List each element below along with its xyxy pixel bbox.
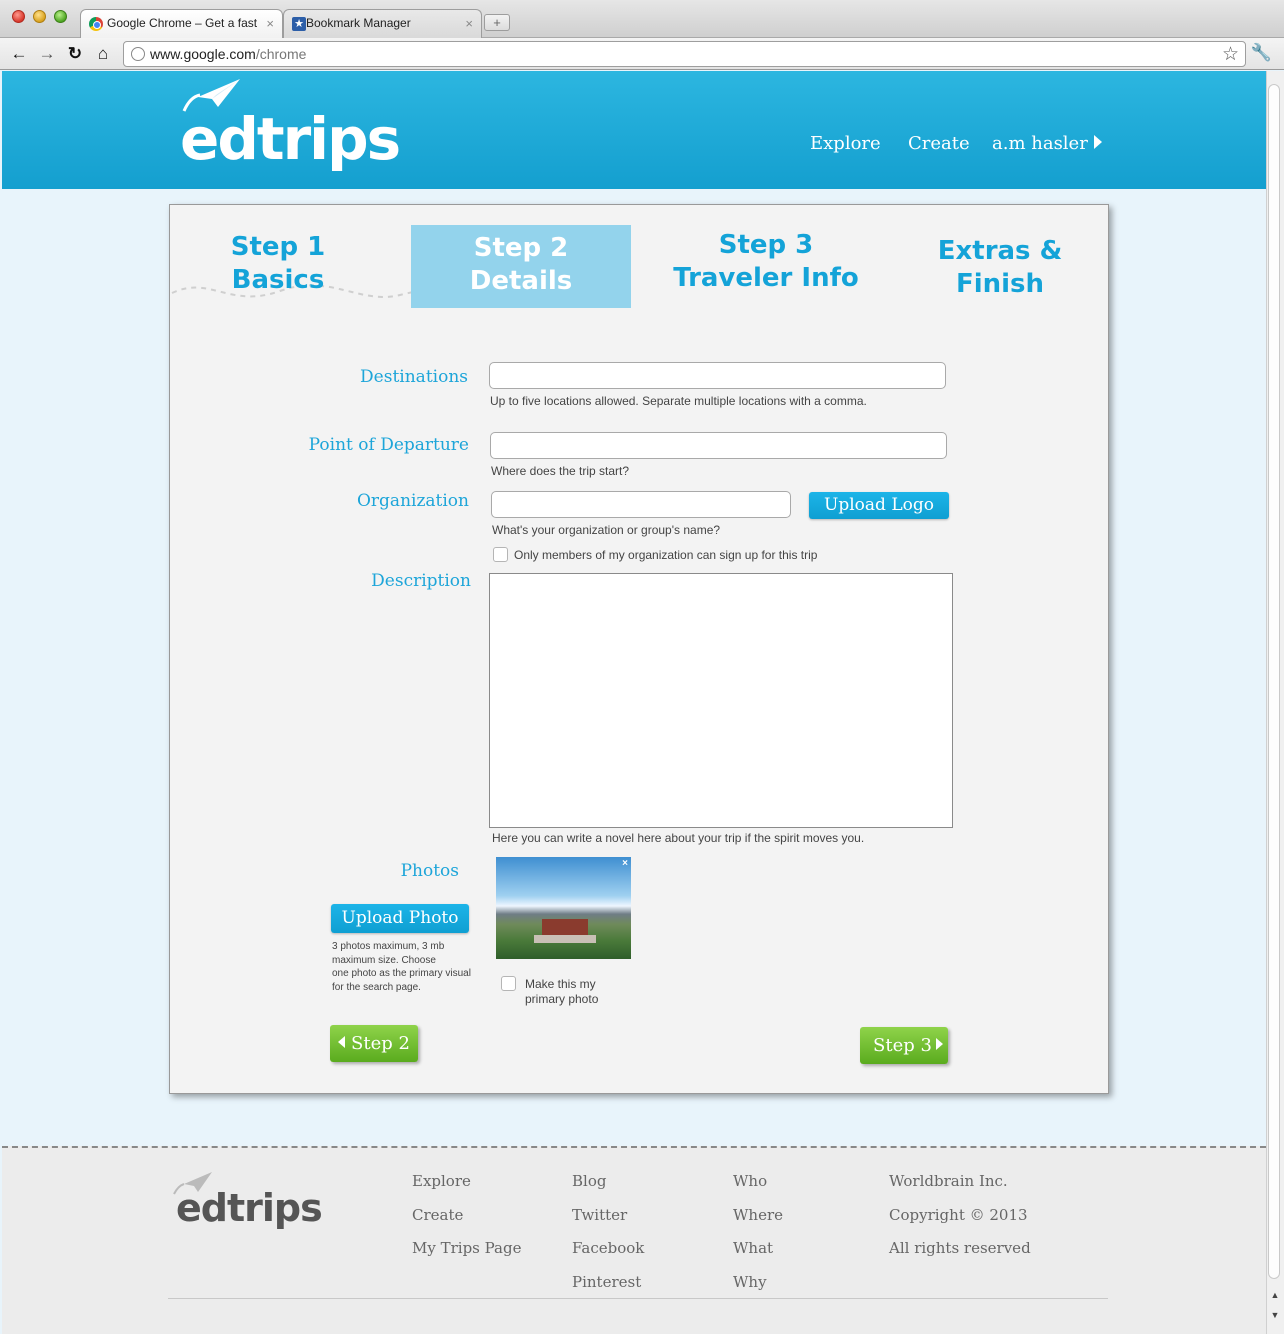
members-only-checkbox[interactable] bbox=[493, 547, 508, 562]
close-window-button[interactable] bbox=[12, 10, 25, 23]
zoom-window-button[interactable] bbox=[54, 10, 67, 23]
primary-photo-checkbox[interactable] bbox=[501, 976, 516, 991]
browser-tab-label: Google Chrome – Get a fast bbox=[107, 16, 258, 30]
footer-link[interactable]: Blog bbox=[572, 1172, 644, 1206]
site-footer: edtrips Explore Create My Trips Page Blo… bbox=[2, 1146, 1266, 1334]
organization-input[interactable] bbox=[491, 491, 791, 518]
step-title: Details bbox=[469, 266, 573, 296]
step-number: Extras & bbox=[937, 236, 1063, 266]
footer-column-about: Who Where What Why bbox=[733, 1172, 783, 1306]
upload-logo-button[interactable]: Upload Logo bbox=[809, 492, 949, 519]
description-textarea[interactable] bbox=[489, 573, 953, 828]
footer-link[interactable]: Pinterest bbox=[572, 1273, 644, 1307]
globe-icon bbox=[131, 47, 145, 61]
organization-hint: What's your organization or group's name… bbox=[492, 523, 721, 537]
description-label: Description bbox=[371, 571, 471, 591]
nav-explore[interactable]: Explore bbox=[810, 133, 881, 154]
trip-photo-thumbnail[interactable]: × bbox=[496, 857, 631, 959]
scroll-down-arrow-icon[interactable]: ▼ bbox=[1267, 1310, 1283, 1324]
departure-label: Point of Departure bbox=[308, 435, 469, 455]
footer-column-company: Worldbrain Inc. Copyright © 2013 All rig… bbox=[889, 1172, 1031, 1273]
footer-logo[interactable]: edtrips bbox=[176, 1186, 323, 1230]
footer-link[interactable]: Who bbox=[733, 1172, 783, 1206]
minimize-window-button[interactable] bbox=[33, 10, 46, 23]
footer-link[interactable]: Twitter bbox=[572, 1206, 644, 1240]
footer-link[interactable]: My Trips Page bbox=[412, 1239, 521, 1273]
step-1-tab[interactable]: Step 1 Basics bbox=[210, 231, 346, 297]
copyright: Copyright © 2013 bbox=[889, 1205, 1028, 1224]
step-number: Step 2 bbox=[473, 233, 569, 263]
bookmark-star-icon[interactable]: ☆ bbox=[1222, 43, 1239, 66]
step-2-tab[interactable]: Step 2 Details bbox=[411, 225, 631, 308]
organization-label: Organization bbox=[356, 491, 469, 511]
bookmark-star-icon: ★ bbox=[292, 17, 306, 31]
footer-link[interactable]: Facebook bbox=[572, 1239, 644, 1273]
chrome-icon bbox=[89, 17, 103, 31]
step-title: Finish bbox=[955, 269, 1045, 299]
footer-divider bbox=[168, 1298, 1108, 1299]
new-tab-button[interactable]: + bbox=[484, 14, 510, 31]
browser-tab-label: Bookmark Manager bbox=[306, 16, 411, 30]
caret-right-icon bbox=[935, 1038, 943, 1050]
back-icon[interactable]: ← bbox=[8, 43, 30, 65]
url-path: /chrome bbox=[255, 46, 307, 62]
step-number: Step 1 bbox=[230, 232, 326, 262]
departure-hint: Where does the trip start? bbox=[491, 464, 630, 478]
scrollbar-thumb[interactable] bbox=[1268, 84, 1280, 1279]
destinations-label: Destinations bbox=[360, 367, 468, 387]
rights-notice: All rights reserved bbox=[889, 1239, 1031, 1257]
extras-tab[interactable]: Extras & Finish bbox=[922, 235, 1078, 301]
trip-form-card: Step 1 Basics Step 2 Details Step 3 Trav… bbox=[169, 204, 1109, 1094]
upload-photo-button[interactable]: Upload Photo bbox=[331, 904, 469, 933]
caret-right-icon[interactable] bbox=[1094, 135, 1102, 149]
nav-create[interactable]: Create bbox=[908, 133, 970, 154]
footer-link[interactable]: What bbox=[733, 1239, 783, 1273]
browser-tab-bookmarks[interactable]: ★ Bookmark Manager × bbox=[283, 9, 482, 38]
nav-user[interactable]: a.m hasler bbox=[992, 133, 1088, 154]
browser-tabstrip: Google Chrome – Get a fast × ★ Bookmark … bbox=[0, 0, 1284, 38]
caret-left-icon bbox=[338, 1036, 345, 1048]
primary-photo-label: Make this my primary photo bbox=[525, 977, 599, 1006]
logo[interactable]: edtrips bbox=[180, 105, 401, 173]
next-step-button[interactable]: Step 3 bbox=[860, 1027, 948, 1064]
step-title: Basics bbox=[231, 265, 325, 295]
step-number: Step 3 bbox=[718, 230, 814, 260]
close-tab-icon[interactable]: × bbox=[266, 16, 274, 31]
members-only-label: Only members of my organization can sign… bbox=[514, 548, 818, 562]
company-name: Worldbrain Inc. bbox=[889, 1172, 1008, 1190]
footer-link[interactable]: Where bbox=[733, 1206, 783, 1240]
destinations-input[interactable] bbox=[489, 362, 946, 389]
home-icon[interactable]: ⌂ bbox=[92, 43, 114, 65]
step-3-tab[interactable]: Step 3 Traveler Info bbox=[664, 229, 868, 295]
footer-link[interactable]: Why bbox=[733, 1273, 783, 1307]
footer-link[interactable]: Create bbox=[412, 1206, 521, 1240]
step-title: Traveler Info bbox=[673, 263, 859, 293]
forward-icon[interactable]: → bbox=[36, 43, 58, 65]
departure-input[interactable] bbox=[490, 432, 947, 459]
photo-upload-hint: 3 photos maximum, 3 mb maximum size. Cho… bbox=[332, 941, 471, 993]
photos-label: Photos bbox=[400, 861, 459, 881]
wrench-icon[interactable]: 🔧 bbox=[1251, 43, 1272, 63]
close-tab-icon[interactable]: × bbox=[465, 16, 473, 31]
footer-column-site: Explore Create My Trips Page bbox=[412, 1172, 521, 1273]
browser-toolbar: ← → ↻ ⌂ www.google.com/chrome ☆ 🔧 bbox=[0, 38, 1284, 70]
footer-column-social: Blog Twitter Facebook Pinterest bbox=[572, 1172, 644, 1306]
browser-tab-chrome[interactable]: Google Chrome – Get a fast × bbox=[80, 9, 283, 38]
description-hint: Here you can write a novel here about yo… bbox=[492, 831, 865, 845]
scroll-up-arrow-icon[interactable]: ▲ bbox=[1267, 1290, 1283, 1304]
address-bar[interactable]: www.google.com/chrome ☆ bbox=[123, 41, 1246, 67]
site-header: edtrips Explore Create a.m hasler bbox=[2, 71, 1266, 189]
destinations-hint: Up to five locations allowed. Separate m… bbox=[490, 394, 867, 408]
footer-link[interactable]: Explore bbox=[412, 1172, 521, 1206]
reload-icon[interactable]: ↻ bbox=[64, 43, 86, 65]
remove-photo-icon[interactable]: × bbox=[622, 858, 628, 869]
url-host: www.google.com bbox=[150, 46, 256, 62]
prev-step-button[interactable]: Step 2 bbox=[330, 1025, 418, 1062]
